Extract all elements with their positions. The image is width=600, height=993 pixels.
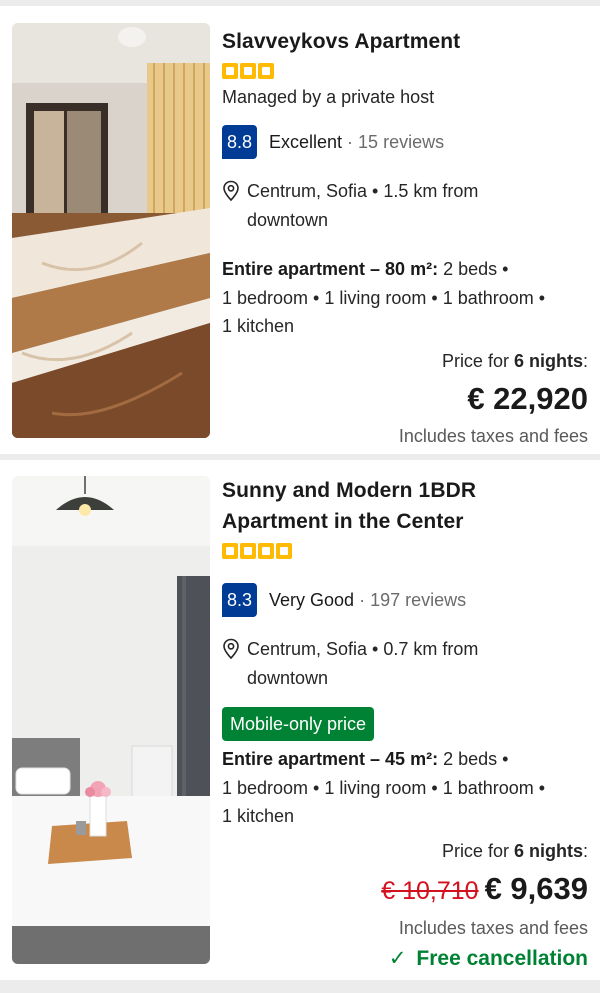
price-block: Price for 6 nights: € 22,920 Includes ta…	[222, 347, 588, 451]
review-score-word: Very Good	[269, 589, 355, 610]
mobile-only-price-badge: Mobile-only price	[222, 707, 375, 741]
check-icon: ✓	[388, 946, 407, 970]
location-row[interactable]: Centrum, Sofia • 1.5 km from downtown	[222, 177, 588, 235]
property-title[interactable]: Sunny and Modern 1BDR Apartment in the C…	[222, 475, 588, 537]
review-count: 197 reviews	[370, 589, 467, 610]
location-row[interactable]: Centrum, Sofia • 0.7 km from downtown	[222, 635, 588, 693]
separator: ·	[347, 131, 354, 152]
property-photo[interactable]	[12, 476, 210, 964]
property-card[interactable]: Sunny and Modern 1BDR Apartment in the C…	[0, 460, 600, 980]
location-text: Centrum, Sofia • 0.7 km from	[247, 639, 479, 659]
unit-rooms: 1 bedroom • 1 living room • 1 bathroom •	[222, 287, 546, 308]
host-label: Managed by a private host	[222, 87, 435, 107]
property-title[interactable]: Slavveykovs Apartment	[222, 26, 588, 57]
price-for-label: Price for 6 nights:	[441, 840, 588, 861]
price: € 9,639	[484, 870, 588, 906]
unit-type: Entire apartment – 45 m²:	[222, 749, 439, 769]
review-score-badge: 8.3	[222, 583, 257, 617]
star-rating	[222, 63, 588, 81]
star-square-icon	[258, 63, 274, 79]
review-score-row[interactable]: 8.3 Very Good · 197 reviews	[222, 583, 588, 617]
price-block: Price for 6 nights: € 10,710 € 9,639 Incl…	[222, 837, 588, 975]
star-square-icon	[222, 63, 238, 79]
star-rating	[222, 543, 588, 561]
unit-details: Entire apartment – 45 m²: 2 beds • 1 bed…	[222, 745, 588, 831]
unit-kitchen: 1 kitchen	[222, 806, 295, 826]
free-cancellation: ✓ Free cancellation	[222, 943, 588, 975]
star-square-icon	[240, 543, 256, 559]
review-score-badge: 8.8	[222, 125, 257, 159]
price: € 22,920	[467, 380, 588, 416]
location-text: Centrum, Sofia • 1.5 km from	[247, 181, 479, 201]
price-for-label: Price for 6 nights:	[441, 350, 588, 371]
taxes-note: Includes taxes and fees	[398, 917, 588, 938]
star-square-icon	[222, 543, 238, 559]
unit-details: Entire apartment – 80 m²: 2 beds • 1 bed…	[222, 255, 588, 341]
unit-beds: 2 beds •	[438, 749, 509, 769]
location-text-continued: downtown	[247, 668, 329, 688]
taxes-note: Includes taxes and fees	[398, 425, 588, 446]
star-square-icon	[258, 543, 274, 559]
star-square-icon	[276, 543, 292, 559]
review-score-row[interactable]: 8.8 Excellent · 15 reviews	[222, 125, 588, 159]
map-pin-icon	[223, 638, 239, 660]
property-photo[interactable]	[12, 23, 210, 438]
review-count: 15 reviews	[358, 131, 445, 152]
unit-rooms: 1 bedroom • 1 living room • 1 bathroom •	[222, 777, 546, 798]
location-text-continued: downtown	[247, 210, 329, 230]
separator: ·	[359, 589, 366, 610]
review-score-word: Excellent	[269, 131, 343, 152]
unit-beds: 2 beds •	[438, 259, 509, 279]
star-square-icon	[240, 63, 256, 79]
map-pin-icon	[223, 180, 239, 202]
property-card[interactable]: Slavveykovs Apartment Managed by a priva…	[0, 6, 600, 454]
search-results-list: Slavveykovs Apartment Managed by a priva…	[0, 0, 600, 993]
original-price: € 10,710	[381, 876, 479, 905]
unit-kitchen: 1 kitchen	[222, 316, 295, 336]
unit-type: Entire apartment – 80 m²:	[222, 259, 439, 279]
